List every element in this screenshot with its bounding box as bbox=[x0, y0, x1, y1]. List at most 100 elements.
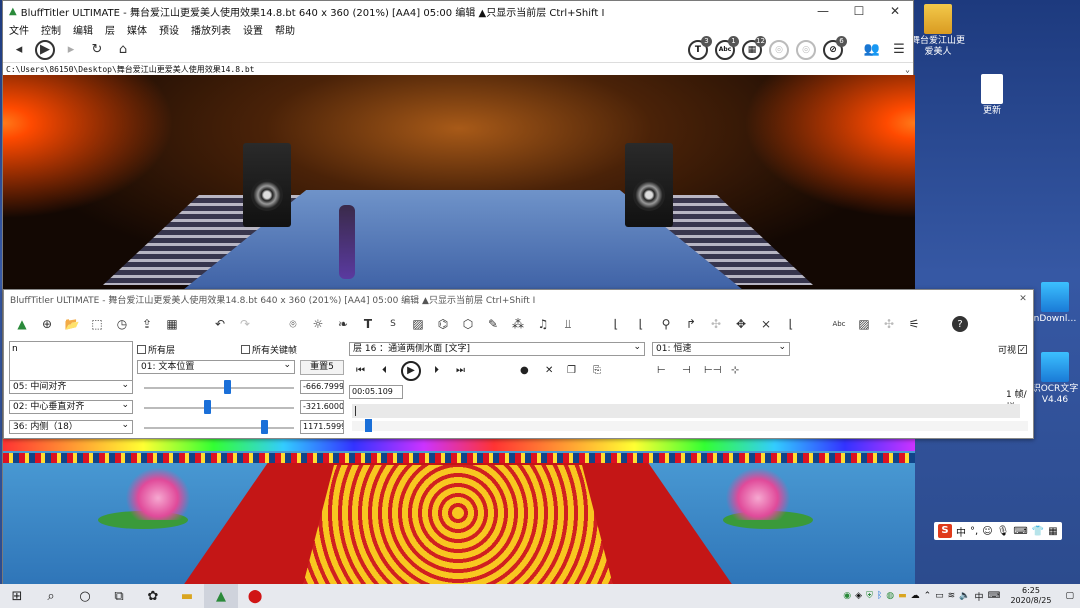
step-back-icon[interactable]: ⏴ bbox=[382, 365, 387, 376]
key-center-icon[interactable]: ⊹ bbox=[731, 365, 739, 376]
menu-file[interactable]: 文件 bbox=[9, 22, 29, 37]
path-icon[interactable]: ⌬ bbox=[433, 314, 453, 334]
abc-effect-icon[interactable]: Abc bbox=[829, 314, 849, 334]
skip-start-icon[interactable]: ⏮ bbox=[356, 365, 365, 376]
input-language[interactable]: 中 bbox=[974, 590, 983, 603]
play-icon[interactable]: ▶ bbox=[35, 39, 55, 60]
skin-icon[interactable]: 👕 bbox=[1032, 526, 1044, 537]
picture-icon[interactable]: ▨ bbox=[408, 314, 428, 334]
reset-button[interactable]: 重置5 bbox=[300, 360, 344, 375]
paste-icon[interactable]: ⎘ bbox=[593, 365, 601, 376]
menu-edit[interactable]: 编辑 bbox=[73, 22, 93, 37]
key-last-icon[interactable]: ⊣ bbox=[682, 365, 691, 376]
volume-icon[interactable]: 🔈 bbox=[959, 591, 970, 601]
path-dropdown-icon[interactable]: ⌄ bbox=[905, 63, 913, 75]
z-slider-thumb[interactable] bbox=[261, 420, 268, 434]
text-icon[interactable]: T bbox=[358, 314, 378, 334]
x-slider-track[interactable] bbox=[144, 387, 294, 389]
start-icon[interactable]: ⊞ bbox=[0, 584, 34, 608]
help-icon[interactable]: ? bbox=[952, 316, 968, 332]
clock-icon[interactable]: ◷ bbox=[112, 314, 132, 334]
import-icon[interactable]: ⇪ bbox=[137, 314, 157, 334]
property-select[interactable]: 01: 文本位置 bbox=[137, 360, 295, 374]
menu-preset[interactable]: 预设 bbox=[159, 22, 179, 37]
toolbox-icon[interactable]: ▦ bbox=[1048, 526, 1057, 537]
skip-end-icon[interactable]: ⏭ bbox=[456, 365, 465, 376]
tray-app-icon[interactable]: ◈ bbox=[855, 591, 862, 601]
wifi-icon[interactable]: ≋ bbox=[948, 591, 956, 601]
punctuation-icon[interactable]: °, bbox=[970, 526, 978, 537]
key-range-icon[interactable]: ⊢⊣ bbox=[704, 365, 721, 376]
text-layer-count-icon[interactable]: T3 bbox=[688, 35, 712, 60]
shape-icon[interactable]: ❧ bbox=[333, 314, 353, 334]
layer-link-icon[interactable]: ⚲ bbox=[656, 314, 676, 334]
recorder-icon[interactable]: ⬤ bbox=[238, 584, 272, 608]
layer-attach-icon[interactable]: ⌊ bbox=[606, 314, 626, 334]
layer-up-icon[interactable]: ↱ bbox=[681, 314, 701, 334]
ime-toolbar[interactable]: S 中 °, ☺ 🎙 ⌨ 👕 ▦ bbox=[934, 522, 1062, 540]
search-icon[interactable]: ⌕ bbox=[34, 584, 68, 608]
image-effect-icon[interactable]: ▨ bbox=[854, 314, 874, 334]
play-button[interactable]: ▶ bbox=[401, 361, 421, 381]
undo-icon[interactable]: ↶ bbox=[210, 314, 230, 334]
desktop-icon-update[interactable]: 更新 bbox=[964, 74, 1020, 117]
layer-down-icon[interactable]: ⌊ bbox=[631, 314, 651, 334]
microphone-icon[interactable]: 🎙 bbox=[997, 526, 1010, 537]
minimize-button[interactable]: — bbox=[805, 4, 841, 18]
light-icon[interactable]: ☼ bbox=[308, 314, 328, 334]
audio-icon[interactable]: ⫫ bbox=[558, 314, 578, 334]
abc-layer-count-icon[interactable]: Abc 1 bbox=[715, 35, 739, 60]
music-icon[interactable]: ♫ bbox=[533, 314, 553, 334]
horizontal-align-select[interactable]: 05: 中间对齐 bbox=[9, 380, 133, 394]
desktop-icon-ocr[interactable]: 识OCR文字 V4.46 bbox=[1030, 352, 1080, 406]
delete-key-icon[interactable]: ✕ bbox=[545, 365, 553, 376]
home-icon[interactable]: ⌂ bbox=[113, 40, 133, 60]
file-explorer-icon[interactable]: ▬ bbox=[170, 584, 204, 608]
emoji-icon[interactable]: ☺ bbox=[982, 526, 992, 537]
y-value-input[interactable]: -321.6000 bbox=[300, 400, 344, 414]
grid-icon[interactable]: ▦ bbox=[162, 314, 182, 334]
bluetooth-icon[interactable]: ᛒ bbox=[877, 591, 882, 601]
text-content-input[interactable] bbox=[9, 341, 133, 381]
menu-media[interactable]: 媒体 bbox=[127, 22, 147, 37]
y-slider-thumb[interactable] bbox=[204, 400, 211, 414]
copy-icon[interactable]: ❐ bbox=[567, 365, 576, 376]
keyboard-tray-icon[interactable]: ⌨ bbox=[987, 591, 1000, 601]
open-folder-icon[interactable]: 📂 bbox=[62, 314, 82, 334]
record-key-icon[interactable]: ● bbox=[520, 365, 529, 376]
key-first-icon[interactable]: ⊢ bbox=[657, 365, 666, 376]
blufftitler-taskbar-icon[interactable]: ▲ bbox=[204, 584, 238, 608]
panel-close-button[interactable]: ✕ bbox=[1013, 294, 1033, 304]
chrome-icon[interactable]: ◉ bbox=[843, 591, 851, 601]
z-slider-track[interactable] bbox=[144, 427, 294, 429]
desktop-icon-folder[interactable]: 舞台爱江山更爱美人 bbox=[910, 4, 966, 58]
visible-checkbox[interactable]: 可视 ✓ bbox=[998, 343, 1028, 356]
x-slider-thumb[interactable] bbox=[223, 380, 231, 394]
users-icon[interactable]: 👥 bbox=[862, 40, 882, 60]
step-forward-icon[interactable]: ⏵ bbox=[434, 365, 439, 376]
notes-icon[interactable]: ✿ bbox=[136, 584, 170, 608]
time-input[interactable]: 00:05.109 bbox=[349, 385, 403, 399]
all-layers-checkbox[interactable]: 所有层 bbox=[137, 343, 175, 356]
layer-delete-icon[interactable]: ⨯ bbox=[756, 314, 776, 334]
playhead[interactable] bbox=[355, 406, 356, 416]
menu-help[interactable]: 帮助 bbox=[275, 22, 295, 37]
rewind-icon[interactable]: ◂ bbox=[9, 40, 29, 60]
all-keyframes-checkbox[interactable]: 所有关键帧 bbox=[241, 343, 297, 356]
particles-icon[interactable]: ⁂ bbox=[508, 314, 528, 334]
small-text-icon[interactable]: S bbox=[383, 314, 403, 334]
keyframe-marker[interactable] bbox=[365, 419, 372, 432]
effect-layer-count-icon[interactable]: ⊘ 6 bbox=[823, 35, 847, 60]
keyboard-icon[interactable]: ⌨ bbox=[1013, 526, 1027, 537]
maximize-button[interactable]: ☐ bbox=[841, 4, 877, 18]
ime-language[interactable]: 中 bbox=[956, 524, 966, 539]
menu-control[interactable]: 控制 bbox=[41, 22, 61, 37]
clock[interactable]: 6:25 2020/8/25 bbox=[1010, 586, 1051, 606]
z-value-input[interactable]: 1171.5999 bbox=[300, 420, 344, 434]
speed-select[interactable]: 01: 恒速 bbox=[652, 342, 790, 356]
cloud-icon[interactable]: ☁ bbox=[911, 591, 920, 601]
y-slider-track[interactable] bbox=[144, 407, 294, 409]
layer-collapse-icon[interactable]: ⌊ bbox=[781, 314, 801, 334]
refresh-icon[interactable]: ↻ bbox=[87, 40, 107, 60]
brush-icon[interactable]: ✎ bbox=[483, 314, 503, 334]
